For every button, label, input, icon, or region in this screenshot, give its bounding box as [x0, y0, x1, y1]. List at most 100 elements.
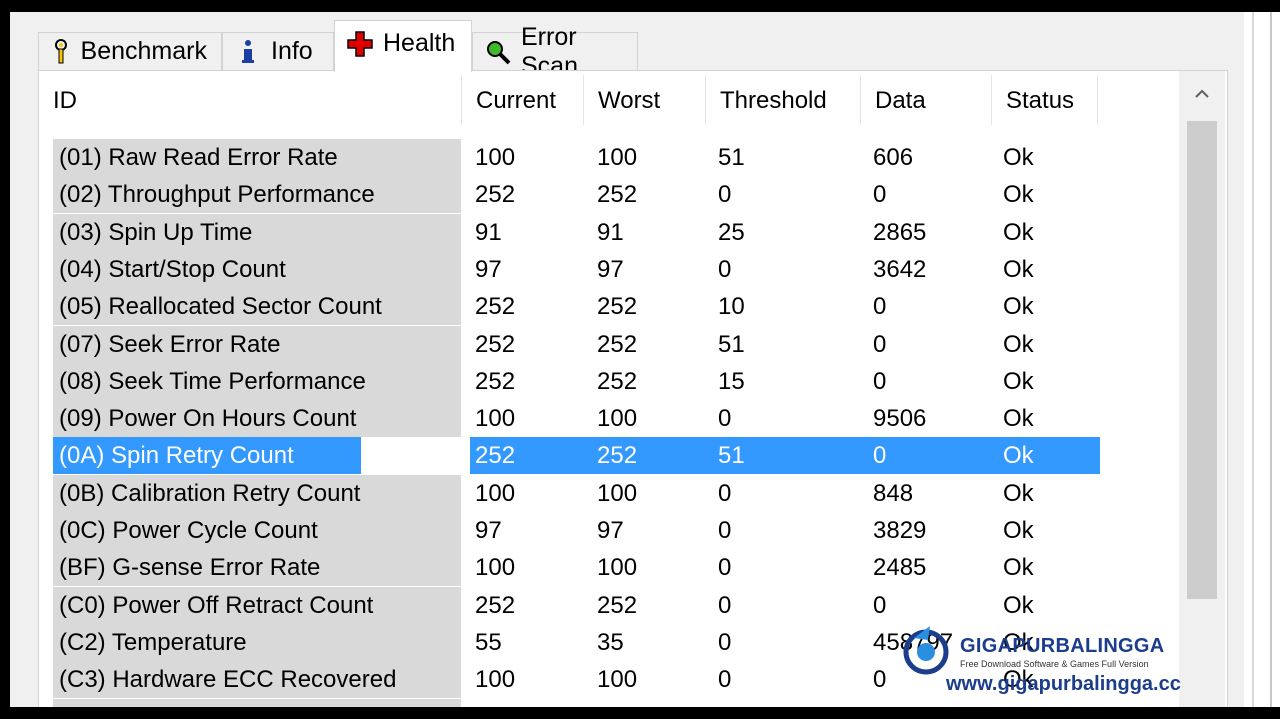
table-row[interactable]: (01) Raw Read Error Rate 100 100 51 606 Ok — [53, 139, 1100, 176]
window-border — [1244, 12, 1280, 707]
cell-status: Ok — [1003, 218, 1034, 246]
cell-data: 606 — [873, 144, 914, 171]
cell-attribute-id: (0A) Spin Retry Count — [53, 437, 461, 475]
cell-threshold: 0 — [718, 628, 732, 656]
vertical-scrollbar[interactable] — [1179, 71, 1225, 707]
column-header-current[interactable]: Current — [462, 71, 583, 131]
cell-status: Ok — [1003, 255, 1034, 283]
cell-current: 97 — [475, 517, 502, 544]
watermark-tagline: Free Download Software & Games Full Vers… — [960, 659, 1149, 669]
tab-label: Benchmark — [80, 37, 207, 65]
cell-attribute-id: (01) Raw Read Error Rate — [53, 139, 461, 176]
cell-threshold: 51 — [718, 144, 745, 171]
cell-worst: 100 — [597, 554, 638, 582]
cell-worst: 100 — [597, 405, 638, 433]
cell-data: 3829 — [873, 517, 927, 544]
cell-attribute-id: (0B) Calibration Retry Count — [53, 474, 461, 512]
table-row[interactable]: (0C) Power Cycle Count 97 97 0 3829 Ok — [53, 512, 1100, 549]
table-row[interactable]: (05) Reallocated Sector Count 252 252 10 0 Ok — [53, 288, 1100, 326]
cell-attribute-id: (09) Power On Hours Count — [53, 400, 461, 438]
cell-current: 100 — [475, 144, 516, 171]
cell-attribute-id: (04) Start/Stop Count — [53, 250, 461, 288]
cell-current: 252 — [475, 181, 516, 209]
cell-worst: 252 — [597, 330, 638, 358]
watermark-emblem-icon — [903, 626, 949, 675]
info-icon — [235, 38, 261, 66]
tab-info[interactable]: Info — [222, 32, 334, 70]
cell-threshold: 0 — [718, 591, 732, 619]
cell-current: 252 — [470, 437, 591, 475]
cell-status: Ok — [997, 437, 1100, 475]
cell-status: Ok — [1003, 181, 1034, 209]
cell-worst: 252 — [597, 293, 638, 321]
column-header-id[interactable]: ID — [39, 71, 461, 131]
cell-status: Ok — [1003, 330, 1034, 358]
cell-worst: 91 — [597, 218, 624, 246]
cell-data: 0 — [873, 293, 887, 321]
tab-benchmark[interactable]: Benchmark — [38, 32, 222, 70]
cell-attribute-id: (03) Spin Up Time — [53, 213, 461, 251]
cell-attribute-id: (C2) Temperature — [53, 623, 461, 661]
table-row[interactable]: (03) Spin Up Time 91 91 25 2865 Ok — [53, 213, 1100, 251]
scrollbar-thumb[interactable] — [1187, 121, 1217, 599]
cell-current: 252 — [475, 330, 516, 358]
cell-threshold: 0 — [718, 479, 732, 507]
table-row[interactable]: (07) Seek Error Rate 252 252 51 0 Ok — [53, 325, 1100, 363]
cell-worst: 97 — [597, 255, 624, 283]
column-divider[interactable] — [1097, 75, 1098, 125]
cell-attribute-id: (05) Reallocated Sector Count — [53, 288, 461, 326]
table-row[interactable]: (C0) Power Off Retract Count 252 252 0 0 Ok — [53, 586, 1100, 624]
watermark-url: www.gigapurbalingga.cc — [946, 673, 1181, 695]
cell-current: 100 — [475, 666, 516, 694]
cell-worst: 100 — [597, 144, 638, 171]
cell-current: 91 — [475, 218, 502, 246]
column-header-data[interactable]: Data — [861, 71, 991, 131]
smart-attributes-list[interactable]: ID Current Worst Threshold Data Status (… — [38, 70, 1228, 707]
cell-attribute-id: (07) Seek Error Rate — [53, 325, 461, 363]
cell-attribute-id: (C3) Hardware ECC Recovered — [53, 661, 461, 699]
cell-threshold: 15 — [718, 367, 745, 395]
cell-worst: 252 — [597, 367, 638, 395]
cell-data: 0 — [867, 437, 997, 475]
table-row[interactable]: (08) Seek Time Performance 252 252 15 0 Ok — [53, 362, 1100, 400]
cell-data: 0 — [873, 591, 887, 619]
cell-status: Ok — [1003, 479, 1034, 507]
column-header-status[interactable]: Status — [992, 71, 1097, 131]
cell-current: 252 — [470, 699, 591, 708]
table-row[interactable]: (BF) G-sense Error Rate 100 100 0 2485 Ok — [53, 549, 1100, 587]
cell-threshold: 25 — [718, 218, 745, 246]
cell-status: Ok — [1003, 405, 1034, 433]
scroll-up-button[interactable] — [1179, 71, 1225, 119]
cell-status: Ok — [1003, 517, 1034, 544]
cell-data: 3642 — [873, 255, 927, 283]
cell-threshold: 0 — [718, 666, 732, 694]
tab-bar: Benchmark Info Health Error Scan — [38, 20, 838, 80]
column-header-threshold[interactable]: Threshold — [706, 71, 860, 131]
cell-worst: 252 — [591, 699, 712, 708]
table-row[interactable]: (0B) Calibration Retry Count 100 100 0 848 Ok — [53, 474, 1100, 512]
health-cross-icon — [347, 30, 373, 58]
cell-worst: 100 — [597, 479, 638, 507]
cell-attribute-id: (C0) Power Off Retract Count — [53, 586, 461, 624]
table-row[interactable]: (0A) Spin Retry Count 252 252 51 0 Ok — [53, 437, 1100, 475]
cell-data: 9506 — [873, 405, 927, 433]
cell-current: 252 — [475, 293, 516, 321]
table-row[interactable]: (04) Start/Stop Count 97 97 0 3642 Ok — [53, 250, 1100, 288]
cell-status: Ok — [1003, 144, 1034, 171]
cell-data: 0 — [873, 367, 887, 395]
cell-threshold: 0 — [718, 255, 732, 283]
column-header-worst[interactable]: Worst — [584, 71, 705, 131]
cell-worst: 252 — [597, 181, 638, 209]
table-row[interactable]: (09) Power On Hours Count 100 100 0 9506 Ok — [53, 400, 1100, 438]
cell-worst: 35 — [597, 628, 624, 656]
cell-worst: 252 — [591, 437, 712, 475]
tab-error-scan[interactable]: Error Scan — [472, 23, 638, 80]
cell-threshold: 10 — [718, 293, 745, 321]
tab-health[interactable]: Health — [334, 20, 472, 72]
cell-current: 252 — [475, 591, 516, 619]
cell-threshold: 0 — [718, 181, 732, 209]
table-header: ID Current Worst Threshold Data Status — [39, 71, 1169, 131]
cell-threshold: 51 — [718, 330, 745, 358]
cell-worst: 252 — [597, 591, 638, 619]
table-row[interactable]: (02) Throughput Performance 252 252 0 0 Ok — [53, 176, 1100, 214]
